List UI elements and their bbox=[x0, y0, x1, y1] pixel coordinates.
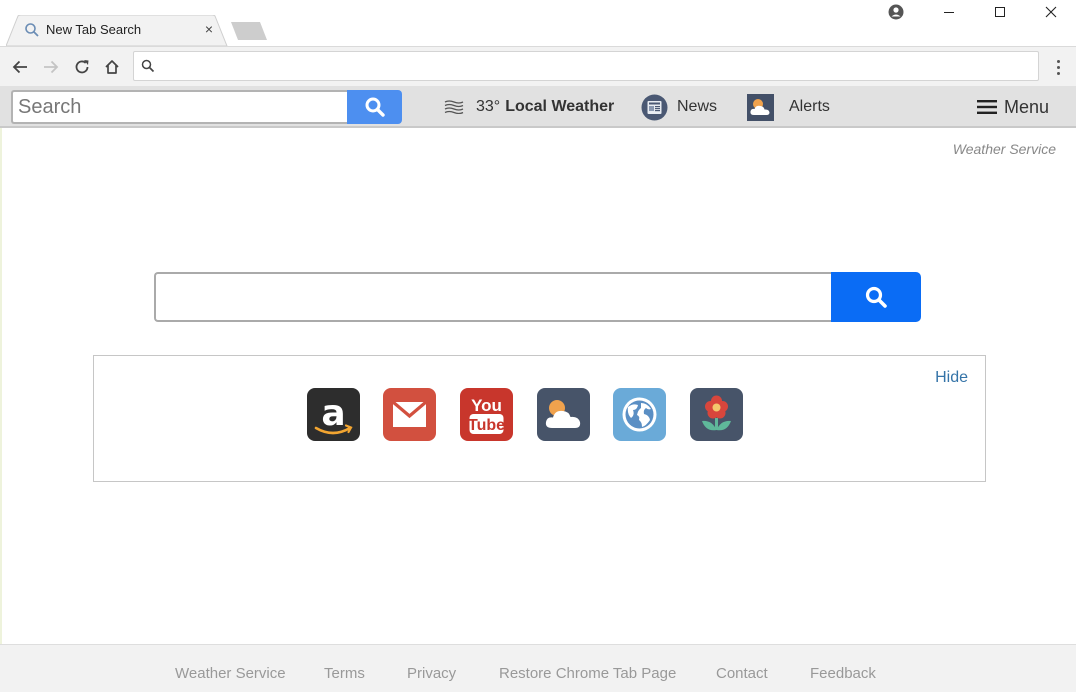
cloud-sun-icon bbox=[747, 93, 774, 121]
maximize-icon bbox=[995, 7, 1005, 17]
browser-toolbar bbox=[0, 46, 1076, 86]
main-search-button[interactable] bbox=[831, 272, 921, 322]
mail-icon bbox=[391, 400, 428, 427]
temperature: 33° bbox=[476, 98, 501, 115]
close-icon bbox=[1045, 6, 1057, 18]
footer-link-restore-chrome-tab-page[interactable]: Restore Chrome Tab Page bbox=[499, 665, 676, 682]
youtube-icon: You Tube bbox=[468, 396, 505, 434]
news-link[interactable]: News bbox=[641, 86, 717, 128]
local-weather-label: Local Weather bbox=[505, 98, 615, 115]
maximize-button[interactable] bbox=[980, 0, 1020, 24]
menu-label: Menu bbox=[1004, 96, 1050, 117]
search-icon bbox=[865, 286, 887, 308]
search-icon bbox=[141, 59, 155, 73]
amazon-icon: a bbox=[314, 393, 353, 435]
footer-link-terms[interactable]: Terms bbox=[324, 665, 365, 682]
back-button[interactable] bbox=[8, 55, 32, 79]
main-search-input[interactable] bbox=[154, 272, 832, 322]
svg-text:You: You bbox=[471, 396, 502, 415]
wind-icon bbox=[444, 100, 464, 114]
mail-tile[interactable] bbox=[383, 388, 436, 441]
browser-menu-button[interactable] bbox=[1048, 57, 1068, 77]
weather-tile[interactable] bbox=[537, 388, 590, 441]
amazon-tile[interactable]: a bbox=[307, 388, 360, 441]
weather-icon bbox=[545, 400, 581, 428]
brand-label: Weather Service bbox=[952, 141, 1056, 157]
globe-icon bbox=[622, 397, 657, 432]
footer-link-feedback[interactable]: Feedback bbox=[810, 665, 876, 682]
browser-titlebar: New Tab Search × bbox=[0, 0, 1076, 46]
youtube-tile[interactable]: You Tube bbox=[460, 388, 513, 441]
kebab-dot bbox=[1056, 65, 1060, 69]
extension-toolbar: 33° Local Weather News Alerts Menu bbox=[0, 86, 1076, 128]
search-icon bbox=[25, 23, 39, 37]
new-tab-button[interactable] bbox=[230, 22, 268, 40]
kebab-dot bbox=[1056, 59, 1060, 63]
reload-button[interactable] bbox=[70, 55, 94, 79]
minimize-icon bbox=[944, 12, 954, 13]
search-icon bbox=[365, 97, 385, 117]
quick-links-panel: Hide a You Tube bbox=[93, 355, 986, 482]
footer-link-privacy[interactable]: Privacy bbox=[407, 665, 456, 682]
toolbar-search-input[interactable] bbox=[11, 90, 347, 124]
forward-button[interactable] bbox=[39, 55, 63, 79]
local-weather-link[interactable]: 33° Local Weather bbox=[444, 86, 614, 128]
address-input[interactable] bbox=[162, 56, 1022, 76]
newspaper-icon bbox=[641, 94, 668, 120]
flower-tile[interactable] bbox=[690, 388, 743, 441]
profile-icon bbox=[888, 4, 904, 20]
reload-icon bbox=[75, 60, 89, 74]
home-icon bbox=[105, 60, 119, 74]
alerts-label: Alerts bbox=[789, 98, 830, 115]
page-edge bbox=[0, 128, 2, 692]
globe-tile[interactable] bbox=[613, 388, 666, 441]
alerts-link[interactable]: Alerts bbox=[747, 86, 830, 128]
menu-button[interactable]: Menu bbox=[977, 86, 1049, 128]
arrow-left-icon bbox=[12, 60, 27, 74]
flower-icon bbox=[702, 395, 731, 431]
footer-link-contact[interactable]: Contact bbox=[716, 665, 768, 682]
arrow-right-icon bbox=[44, 60, 59, 74]
tab-title: New Tab Search bbox=[46, 22, 142, 37]
hamburger-icon bbox=[977, 100, 997, 114]
news-label: News bbox=[677, 98, 718, 115]
tab-close-button[interactable]: × bbox=[202, 21, 216, 37]
toolbar-search-button[interactable] bbox=[347, 90, 402, 124]
address-bar[interactable] bbox=[133, 51, 1039, 81]
home-button[interactable] bbox=[100, 55, 124, 79]
kebab-dot bbox=[1056, 71, 1060, 75]
profile-button[interactable] bbox=[876, 0, 916, 24]
minimize-button[interactable] bbox=[929, 0, 969, 24]
svg-text:a: a bbox=[321, 393, 345, 434]
footer: Weather Service Terms Privacy Restore Ch… bbox=[0, 644, 1076, 692]
browser-tab[interactable]: New Tab Search × bbox=[6, 15, 228, 46]
hide-quick-links-link[interactable]: Hide bbox=[935, 369, 968, 387]
svg-text:Tube: Tube bbox=[468, 417, 505, 434]
footer-link-weather-service[interactable]: Weather Service bbox=[175, 665, 286, 682]
close-window-button[interactable] bbox=[1031, 0, 1071, 24]
